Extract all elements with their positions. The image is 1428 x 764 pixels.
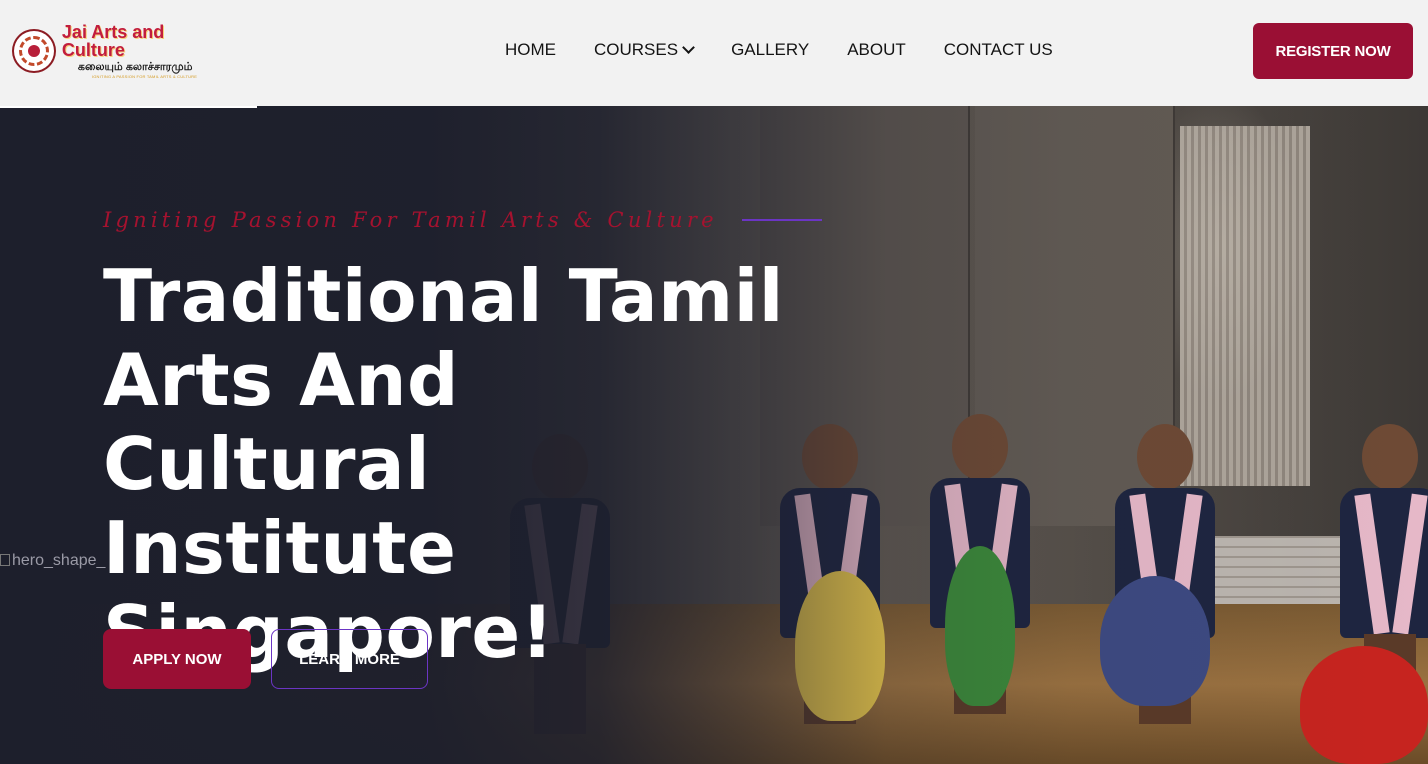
hero-shape-broken-image: hero_shape_: [0, 552, 105, 570]
nav-about[interactable]: ABOUT: [847, 40, 906, 60]
hero-title-line: Traditional Tamil: [103, 254, 784, 338]
hero-shape-alt-text: hero_shape_: [12, 552, 106, 569]
nav-about-label: ABOUT: [847, 40, 906, 59]
main-nav: HOME COURSES GALLERY ABOUT CONTACT US: [505, 40, 1053, 60]
hero-tagline-row: Igniting Passion For Tamil Arts & Cultur…: [103, 208, 822, 232]
hero-title: Traditional Tamil Arts And Cultural Inst…: [103, 254, 803, 674]
chevron-down-icon: [682, 41, 695, 54]
logo-tagline: IGNITING A PASSION FOR TAMIL ARTS & CULT…: [91, 74, 198, 79]
hero-divider: [0, 106, 257, 108]
hero-content: Igniting Passion For Tamil Arts & Cultur…: [103, 208, 822, 674]
site-logo[interactable]: Jai Arts and Culture கலையும் கலாச்சாரமும…: [12, 23, 232, 79]
nav-gallery-label: GALLERY: [731, 40, 810, 59]
nav-home[interactable]: HOME: [505, 40, 556, 60]
logo-name: Jai Arts and Culture: [61, 22, 165, 60]
hero-title-line: Institute: [103, 506, 457, 590]
nav-courses-label: COURSES: [594, 40, 679, 59]
logo-tamil-name: கலையும் கலாச்சாரமும்: [77, 61, 193, 73]
nav-contact-label: CONTACT US: [943, 40, 1053, 59]
learn-more-button[interactable]: LEARN MORE: [271, 629, 428, 689]
apply-now-button[interactable]: APPLY NOW: [103, 629, 251, 689]
hero-buttons: APPLY NOW LEARN MORE: [103, 629, 428, 689]
logo-text: Jai Arts and Culture கலையும் கலாச்சாரமும…: [62, 23, 232, 79]
broken-image-icon: [0, 554, 10, 566]
register-now-button[interactable]: REGISTER NOW: [1253, 23, 1413, 79]
page: Jai Arts and Culture கலையும் கலாச்சாரமும…: [0, 0, 1428, 764]
site-header: Jai Arts and Culture கலையும் கலாச்சாரமும…: [0, 0, 1428, 106]
nav-courses[interactable]: COURSES: [594, 40, 695, 60]
tagline-accent-line: [741, 219, 822, 221]
nav-gallery[interactable]: GALLERY: [731, 40, 809, 60]
hero-tagline: Igniting Passion For Tamil Arts & Cultur…: [103, 208, 718, 232]
nav-home-label: HOME: [505, 40, 556, 59]
hero-title-line: Arts And Cultural: [103, 338, 460, 506]
logo-emblem-icon: [12, 29, 56, 73]
nav-contact[interactable]: CONTACT US: [944, 40, 1053, 60]
